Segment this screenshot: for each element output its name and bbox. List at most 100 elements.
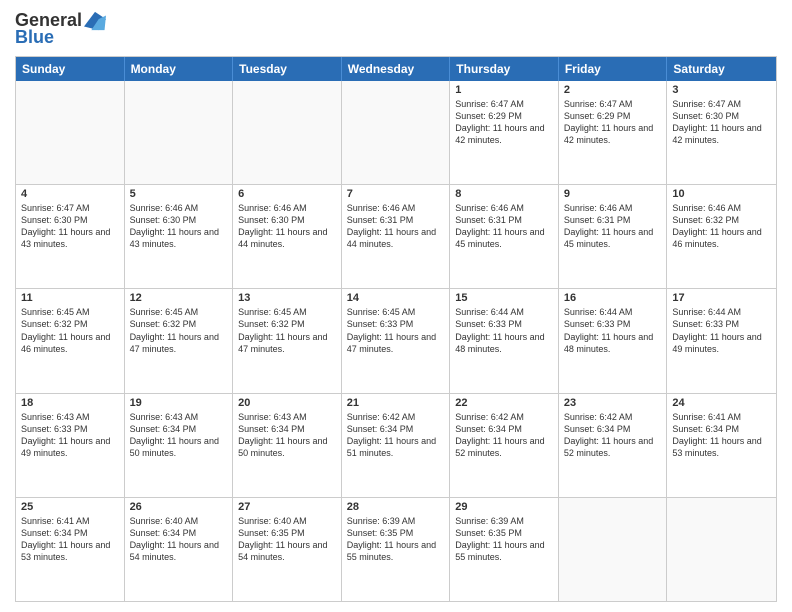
day-number: 27 [238, 501, 336, 513]
calendar-cell: 14 Sunrise: 6:45 AM Sunset: 6:33 PM Dayli… [342, 289, 451, 392]
day-number: 4 [21, 188, 119, 200]
calendar-cell: 4 Sunrise: 6:47 AM Sunset: 6:30 PM Daylig… [16, 185, 125, 288]
day-number: 2 [564, 84, 662, 96]
day-info: Sunrise: 6:42 AM Sunset: 6:34 PM Dayligh… [455, 411, 553, 460]
day-info: Sunrise: 6:47 AM Sunset: 6:30 PM Dayligh… [21, 202, 119, 251]
day-info: Sunrise: 6:39 AM Sunset: 6:35 PM Dayligh… [347, 515, 445, 564]
day-of-week-header: Monday [125, 57, 234, 81]
day-of-week-header: Wednesday [342, 57, 451, 81]
day-info: Sunrise: 6:44 AM Sunset: 6:33 PM Dayligh… [672, 306, 771, 355]
calendar-cell: 25 Sunrise: 6:41 AM Sunset: 6:34 PM Dayli… [16, 498, 125, 601]
calendar-cell: 15 Sunrise: 6:44 AM Sunset: 6:33 PM Dayli… [450, 289, 559, 392]
day-info: Sunrise: 6:45 AM Sunset: 6:32 PM Dayligh… [130, 306, 228, 355]
calendar: SundayMondayTuesdayWednesdayThursdayFrid… [15, 56, 777, 602]
calendar-cell: 10 Sunrise: 6:46 AM Sunset: 6:32 PM Dayli… [667, 185, 776, 288]
day-number: 25 [21, 501, 119, 513]
calendar-cell [125, 81, 234, 184]
calendar-cell: 27 Sunrise: 6:40 AM Sunset: 6:35 PM Dayli… [233, 498, 342, 601]
day-info: Sunrise: 6:45 AM Sunset: 6:33 PM Dayligh… [347, 306, 445, 355]
calendar-week-row: 18 Sunrise: 6:43 AM Sunset: 6:33 PM Dayli… [16, 393, 776, 497]
calendar-cell: 1 Sunrise: 6:47 AM Sunset: 6:29 PM Daylig… [450, 81, 559, 184]
day-info: Sunrise: 6:46 AM Sunset: 6:30 PM Dayligh… [130, 202, 228, 251]
calendar-cell: 3 Sunrise: 6:47 AM Sunset: 6:30 PM Daylig… [667, 81, 776, 184]
calendar-week-row: 1 Sunrise: 6:47 AM Sunset: 6:29 PM Daylig… [16, 81, 776, 184]
day-number: 5 [130, 188, 228, 200]
calendar-week-row: 4 Sunrise: 6:47 AM Sunset: 6:30 PM Daylig… [16, 184, 776, 288]
calendar-cell [233, 81, 342, 184]
day-of-week-header: Tuesday [233, 57, 342, 81]
day-info: Sunrise: 6:45 AM Sunset: 6:32 PM Dayligh… [238, 306, 336, 355]
day-number: 13 [238, 292, 336, 304]
day-number: 16 [564, 292, 662, 304]
day-info: Sunrise: 6:46 AM Sunset: 6:32 PM Dayligh… [672, 202, 771, 251]
day-of-week-header: Saturday [667, 57, 776, 81]
day-number: 12 [130, 292, 228, 304]
calendar-cell: 8Sunrise: 6:46 AM Sunset: 6:31 PM Daylig… [450, 185, 559, 288]
day-number: 21 [347, 397, 445, 409]
day-number: 17 [672, 292, 771, 304]
day-info: Sunrise: 6:39 AM Sunset: 6:35 PM Dayligh… [455, 515, 553, 564]
day-info: Sunrise: 6:47 AM Sunset: 6:30 PM Dayligh… [672, 98, 771, 147]
day-info: Sunrise: 6:41 AM Sunset: 6:34 PM Dayligh… [672, 411, 771, 460]
day-of-week-header: Friday [559, 57, 668, 81]
day-of-week-header: Thursday [450, 57, 559, 81]
day-number: 22 [455, 397, 553, 409]
calendar-cell: 16 Sunrise: 6:44 AM Sunset: 6:33 PM Dayli… [559, 289, 668, 392]
day-number: 20 [238, 397, 336, 409]
calendar-cell: 26Sunrise: 6:40 AM Sunset: 6:34 PM Dayli… [125, 498, 234, 601]
day-number: 10 [672, 188, 771, 200]
day-number: 29 [455, 501, 553, 513]
day-info: Sunrise: 6:43 AM Sunset: 6:34 PM Dayligh… [130, 411, 228, 460]
day-info: Sunrise: 6:42 AM Sunset: 6:34 PM Dayligh… [347, 411, 445, 460]
day-info: Sunrise: 6:46 AM Sunset: 6:31 PM Dayligh… [455, 202, 553, 251]
day-info: Sunrise: 6:43 AM Sunset: 6:34 PM Dayligh… [238, 411, 336, 460]
day-number: 15 [455, 292, 553, 304]
day-number: 26 [130, 501, 228, 513]
calendar-week-row: 11 Sunrise: 6:45 AM Sunset: 6:32 PM Dayli… [16, 288, 776, 392]
calendar-cell: 12 Sunrise: 6:45 AM Sunset: 6:32 PM Dayli… [125, 289, 234, 392]
calendar-cell: 5 Sunrise: 6:46 AM Sunset: 6:30 PM Daylig… [125, 185, 234, 288]
calendar-cell: 9Sunrise: 6:46 AM Sunset: 6:31 PM Daylig… [559, 185, 668, 288]
day-number: 24 [672, 397, 771, 409]
calendar-cell: 7 Sunrise: 6:46 AM Sunset: 6:31 PM Daylig… [342, 185, 451, 288]
day-number: 14 [347, 292, 445, 304]
calendar-cell: 20 Sunrise: 6:43 AM Sunset: 6:34 PM Dayli… [233, 394, 342, 497]
day-info: Sunrise: 6:41 AM Sunset: 6:34 PM Dayligh… [21, 515, 119, 564]
calendar-cell: 2 Sunrise: 6:47 AM Sunset: 6:29 PM Daylig… [559, 81, 668, 184]
day-info: Sunrise: 6:40 AM Sunset: 6:35 PM Dayligh… [238, 515, 336, 564]
day-info: Sunrise: 6:47 AM Sunset: 6:29 PM Dayligh… [564, 98, 662, 147]
calendar-cell: 18 Sunrise: 6:43 AM Sunset: 6:33 PM Dayli… [16, 394, 125, 497]
day-info: Sunrise: 6:47 AM Sunset: 6:29 PM Dayligh… [455, 98, 553, 147]
calendar-header: SundayMondayTuesdayWednesdayThursdayFrid… [16, 57, 776, 81]
logo-text-blue: Blue [15, 28, 54, 48]
day-info: Sunrise: 6:44 AM Sunset: 6:33 PM Dayligh… [564, 306, 662, 355]
day-number: 28 [347, 501, 445, 513]
calendar-cell: 11 Sunrise: 6:45 AM Sunset: 6:32 PM Dayli… [16, 289, 125, 392]
calendar-cell [559, 498, 668, 601]
page: General Blue SundayMondayTuesdayWednesda… [0, 0, 792, 612]
day-number: 9 [564, 188, 662, 200]
day-info: Sunrise: 6:44 AM Sunset: 6:33 PM Dayligh… [455, 306, 553, 355]
day-info: Sunrise: 6:45 AM Sunset: 6:32 PM Dayligh… [21, 306, 119, 355]
day-number: 18 [21, 397, 119, 409]
calendar-cell [342, 81, 451, 184]
calendar-cell: 24 Sunrise: 6:41 AM Sunset: 6:34 PM Dayli… [667, 394, 776, 497]
calendar-cell: 28 Sunrise: 6:39 AM Sunset: 6:35 PM Dayli… [342, 498, 451, 601]
header: General Blue [15, 10, 777, 48]
day-number: 7 [347, 188, 445, 200]
calendar-cell: 23Sunrise: 6:42 AM Sunset: 6:34 PM Dayli… [559, 394, 668, 497]
day-number: 11 [21, 292, 119, 304]
day-number: 3 [672, 84, 771, 96]
day-info: Sunrise: 6:46 AM Sunset: 6:31 PM Dayligh… [347, 202, 445, 251]
calendar-cell: 19Sunrise: 6:43 AM Sunset: 6:34 PM Dayli… [125, 394, 234, 497]
calendar-cell [16, 81, 125, 184]
calendar-cell: 29 Sunrise: 6:39 AM Sunset: 6:35 PM Dayli… [450, 498, 559, 601]
day-info: Sunrise: 6:42 AM Sunset: 6:34 PM Dayligh… [564, 411, 662, 460]
calendar-cell: 22 Sunrise: 6:42 AM Sunset: 6:34 PM Dayli… [450, 394, 559, 497]
calendar-cell: 6Sunrise: 6:46 AM Sunset: 6:30 PM Daylig… [233, 185, 342, 288]
calendar-body: 1 Sunrise: 6:47 AM Sunset: 6:29 PM Daylig… [16, 81, 776, 601]
day-info: Sunrise: 6:43 AM Sunset: 6:33 PM Dayligh… [21, 411, 119, 460]
logo: General Blue [15, 10, 106, 48]
day-number: 1 [455, 84, 553, 96]
day-number: 6 [238, 188, 336, 200]
